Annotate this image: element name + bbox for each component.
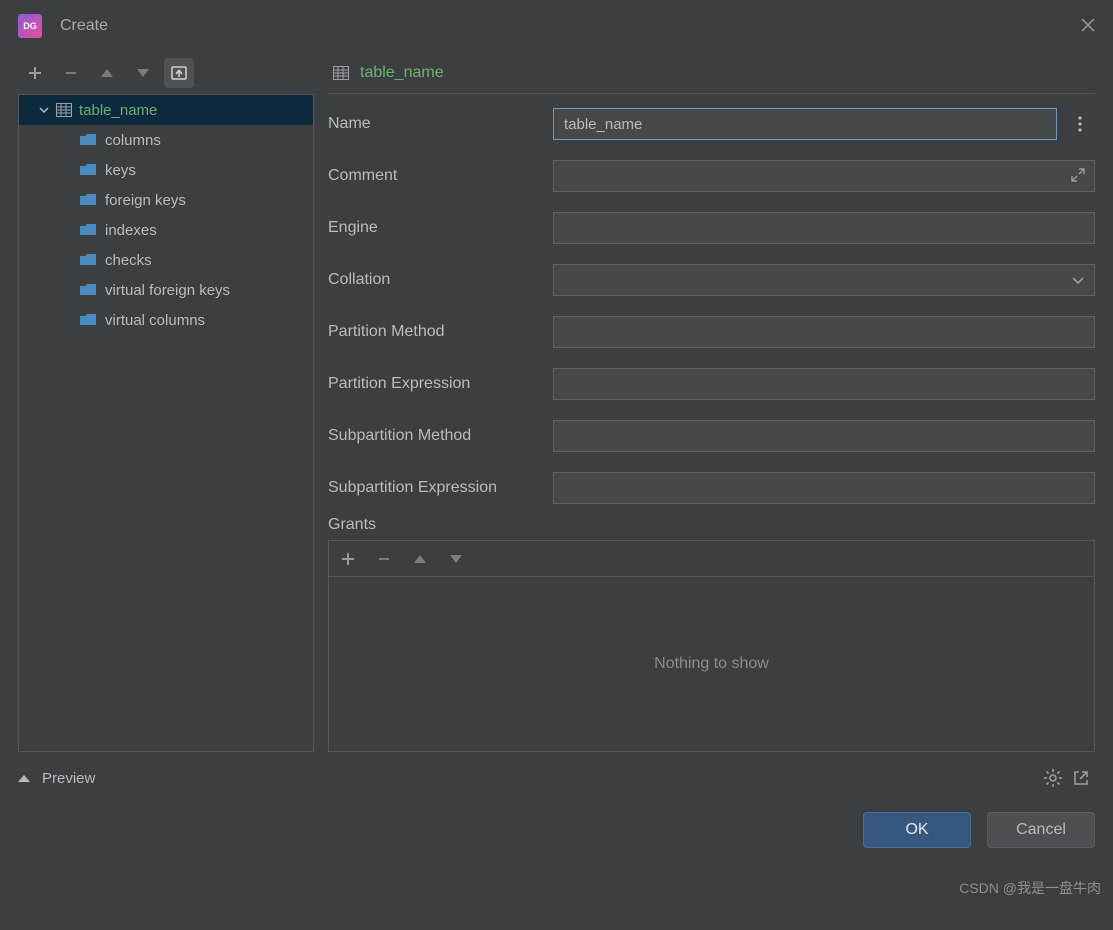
tree-item-indexes[interactable]: indexes: [19, 215, 313, 245]
window-title: Create: [60, 17, 108, 35]
content-panel: table_name Name Comment: [328, 52, 1095, 752]
grants-remove-button[interactable]: [369, 544, 399, 574]
comment-input[interactable]: [553, 160, 1095, 192]
move-up-button[interactable]: [92, 58, 122, 88]
close-icon[interactable]: [1081, 16, 1095, 37]
engine-label: Engine: [328, 219, 553, 237]
gear-icon[interactable]: [1039, 764, 1067, 792]
grants-move-up-button[interactable]: [405, 544, 435, 574]
tree-item-virtual-columns[interactable]: virtual columns: [19, 305, 313, 335]
external-link-icon[interactable]: [1067, 764, 1095, 792]
name-label: Name: [328, 115, 553, 133]
content-header: table_name: [328, 52, 1095, 94]
subpartition-expression-label: Subpartition Expression: [328, 479, 553, 497]
engine-input[interactable]: [553, 212, 1095, 244]
folder-icon: [79, 132, 97, 148]
chevron-down-icon: [1072, 272, 1084, 289]
tree-toolbar: [18, 52, 314, 94]
grants-toolbar: [329, 541, 1094, 577]
tree-item-label: indexes: [105, 222, 157, 239]
remove-button[interactable]: [56, 58, 86, 88]
grants-empty-text: Nothing to show: [329, 577, 1094, 751]
partition-expression-label: Partition Expression: [328, 375, 553, 393]
folder-icon: [79, 252, 97, 268]
app-icon: DG: [18, 14, 42, 38]
tree-item-virtual-foreign-keys[interactable]: virtual foreign keys: [19, 275, 313, 305]
watermark: CSDN @我是一盘牛肉: [959, 878, 1101, 898]
tree-item-label: virtual foreign keys: [105, 282, 230, 299]
tree-root-label: table_name: [79, 102, 157, 119]
move-down-button[interactable]: [128, 58, 158, 88]
tree-item-columns[interactable]: columns: [19, 125, 313, 155]
partition-method-input[interactable]: [553, 316, 1095, 348]
subpartition-method-input[interactable]: [553, 420, 1095, 452]
tree-item-label: columns: [105, 132, 161, 149]
tree-root-row[interactable]: table_name: [19, 95, 313, 125]
tree-body[interactable]: table_name columns keys foreign keys ind…: [18, 94, 314, 752]
tree-item-label: virtual columns: [105, 312, 205, 329]
folder-icon: [79, 192, 97, 208]
add-button[interactable]: [20, 58, 50, 88]
partition-expression-input[interactable]: [553, 368, 1095, 400]
form-body: Name Comment Engine: [328, 94, 1095, 752]
table-icon: [332, 65, 350, 81]
tree-item-label: checks: [105, 252, 152, 269]
tree-item-checks[interactable]: checks: [19, 245, 313, 275]
grants-move-down-button[interactable]: [441, 544, 471, 574]
folder-icon: [79, 282, 97, 298]
grants-add-button[interactable]: [333, 544, 363, 574]
title-bar: DG Create: [0, 0, 1113, 52]
folder-icon: [79, 222, 97, 238]
grants-label: Grants: [328, 516, 1095, 534]
expand-icon[interactable]: [1071, 168, 1085, 185]
collation-label: Collation: [328, 271, 553, 289]
name-input[interactable]: [553, 108, 1057, 140]
tree-item-label: keys: [105, 162, 136, 179]
expand-tree-button[interactable]: [164, 58, 194, 88]
table-icon: [55, 102, 73, 118]
tree-item-foreign-keys[interactable]: foreign keys: [19, 185, 313, 215]
partition-method-label: Partition Method: [328, 323, 553, 341]
button-bar: OK Cancel: [0, 792, 1113, 848]
folder-icon: [79, 162, 97, 178]
grants-box: Nothing to show: [328, 540, 1095, 752]
tree-item-keys[interactable]: keys: [19, 155, 313, 185]
subpartition-expression-input[interactable]: [553, 472, 1095, 504]
folder-icon: [79, 312, 97, 328]
tree-panel: table_name columns keys foreign keys ind…: [18, 52, 314, 752]
chevron-down-icon: [33, 102, 55, 119]
preview-label[interactable]: Preview: [42, 770, 95, 787]
tree-item-label: foreign keys: [105, 192, 186, 209]
ok-button[interactable]: OK: [863, 812, 971, 848]
triangle-up-icon[interactable]: [18, 775, 30, 782]
preview-bar: Preview: [0, 752, 1113, 792]
comment-label: Comment: [328, 167, 553, 185]
content-header-label: table_name: [360, 64, 444, 82]
collation-dropdown[interactable]: [553, 264, 1095, 296]
subpartition-method-label: Subpartition Method: [328, 427, 553, 445]
cancel-button[interactable]: Cancel: [987, 812, 1095, 848]
name-more-button[interactable]: [1065, 108, 1095, 140]
